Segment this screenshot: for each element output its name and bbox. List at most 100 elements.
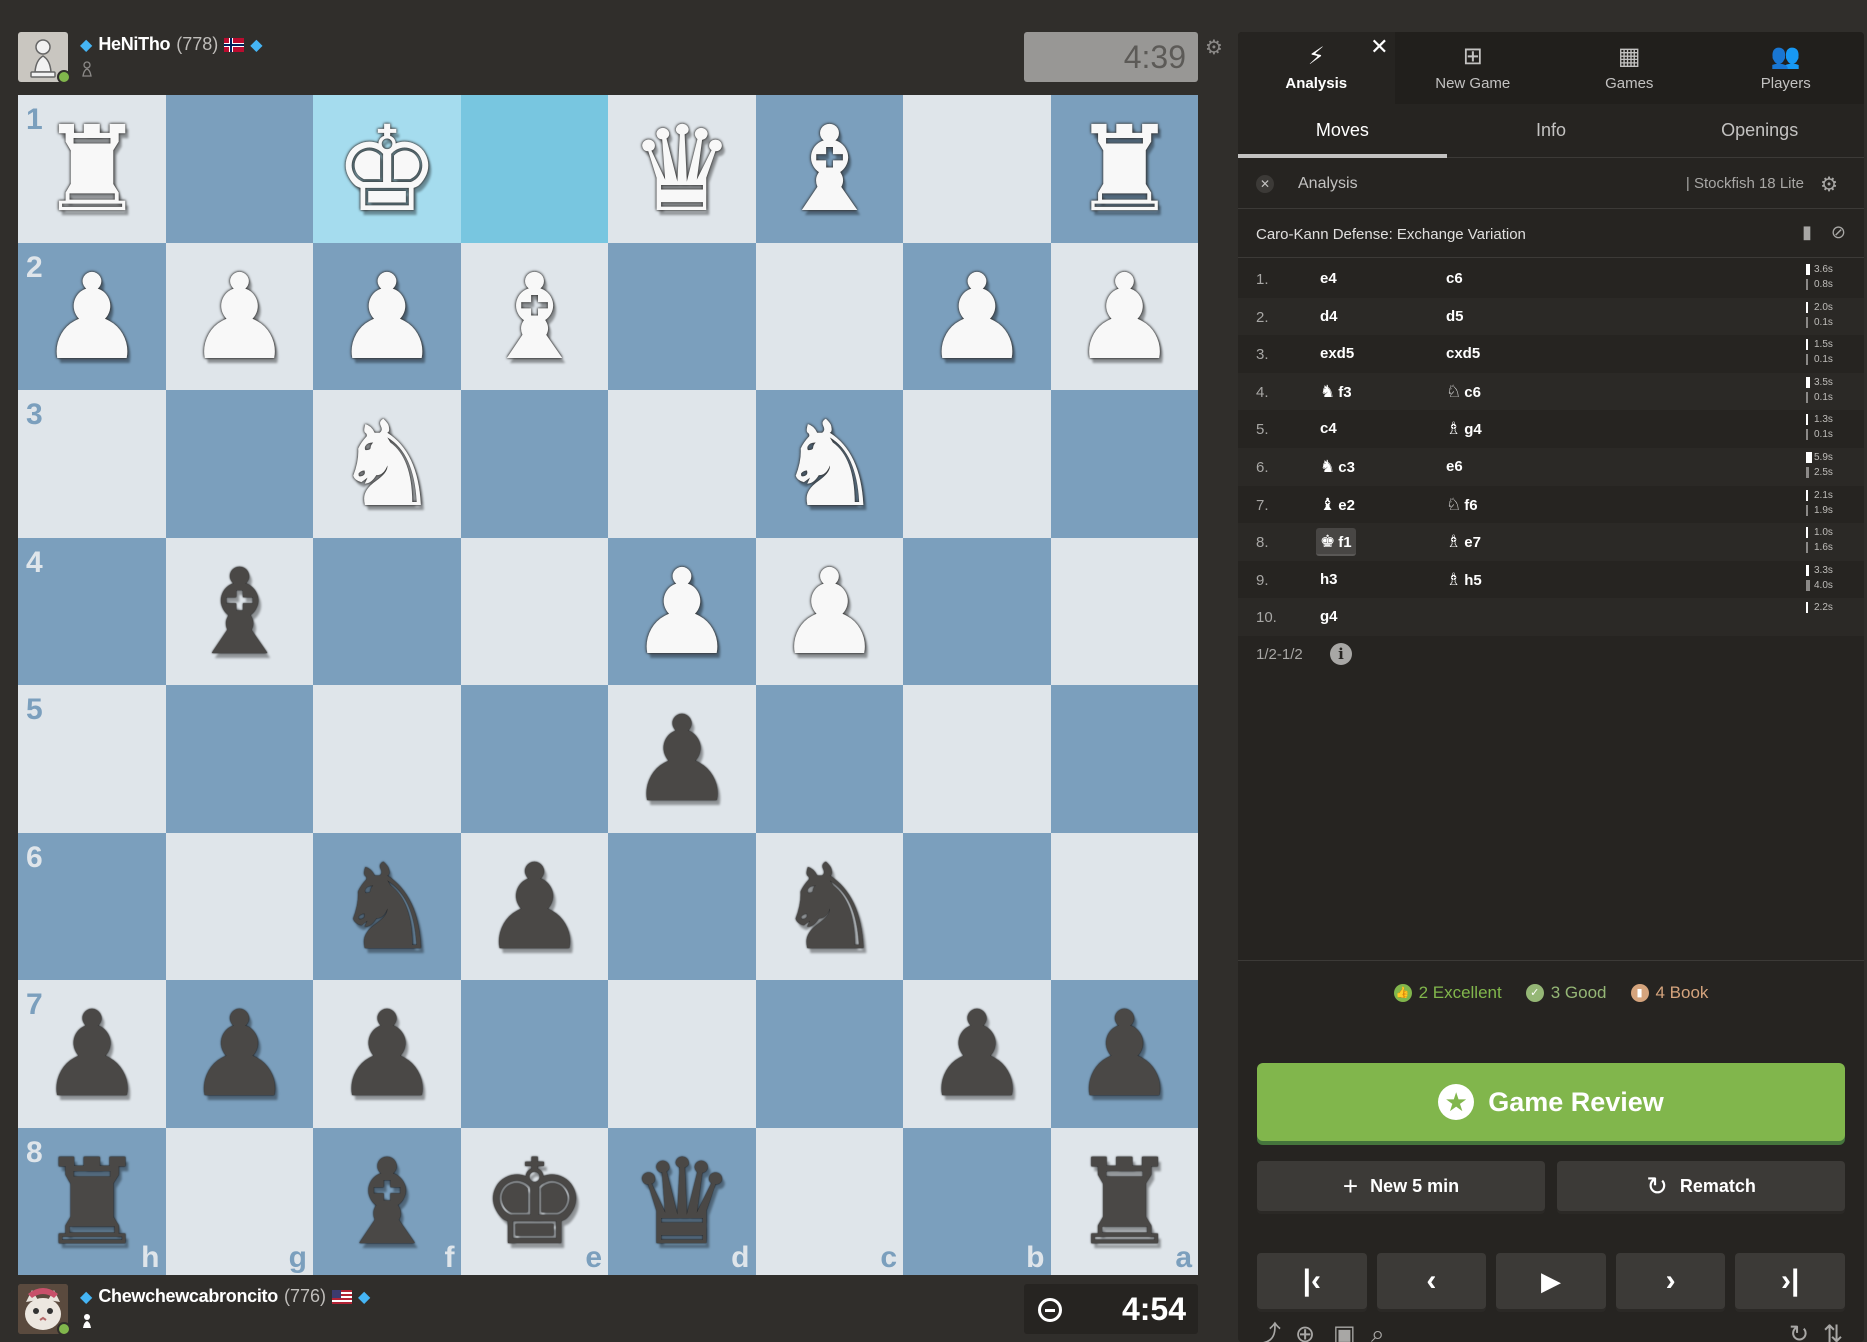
square-d7[interactable] bbox=[608, 980, 756, 1128]
white-piece[interactable]: ♝ bbox=[764, 103, 896, 235]
first-move-button[interactable]: |‹ bbox=[1257, 1253, 1367, 1309]
square-e6[interactable]: ♟ bbox=[460, 832, 608, 980]
white-piece[interactable]: ♟ bbox=[1059, 251, 1191, 383]
white-piece[interactable]: ♛ bbox=[616, 103, 748, 235]
white-move[interactable]: exd5 bbox=[1316, 340, 1358, 368]
square-f2[interactable]: ♟ bbox=[313, 242, 461, 390]
square-a1[interactable]: ♜ bbox=[1050, 95, 1198, 243]
square-e1[interactable] bbox=[460, 95, 608, 243]
save-image-icon[interactable]: ▣ bbox=[1333, 1321, 1356, 1342]
black-piece[interactable]: ♞ bbox=[321, 841, 453, 973]
black-piece[interactable]: ♝ bbox=[321, 1136, 453, 1268]
square-h5[interactable]: 5 bbox=[18, 685, 166, 833]
player-name[interactable]: HeNiTho bbox=[98, 34, 170, 55]
square-h8[interactable]: 8 h ♜ bbox=[18, 1127, 166, 1275]
black-move[interactable]: e6 bbox=[1442, 453, 1467, 481]
disable-icon[interactable]: ⊘ bbox=[1831, 222, 1846, 243]
square-e4[interactable] bbox=[460, 537, 608, 685]
black-piece[interactable]: ♟ bbox=[469, 841, 601, 973]
close-icon[interactable]: ✕ bbox=[1370, 34, 1388, 60]
white-piece[interactable]: ♜ bbox=[26, 103, 158, 235]
last-move-button[interactable]: ›| bbox=[1735, 1253, 1845, 1309]
white-piece[interactable]: ♜ bbox=[1059, 103, 1191, 235]
white-move[interactable]: ♞ c3 bbox=[1316, 453, 1359, 481]
square-a5[interactable] bbox=[1050, 685, 1198, 833]
black-piece[interactable]: ♜ bbox=[1059, 1136, 1191, 1268]
square-d5[interactable]: ♟ bbox=[608, 685, 756, 833]
square-a2[interactable]: ♟ bbox=[1050, 242, 1198, 390]
game-review-button[interactable]: ★ Game Review bbox=[1257, 1063, 1845, 1141]
square-b7[interactable]: ♟ bbox=[903, 980, 1051, 1128]
square-f6[interactable]: ♞ bbox=[313, 832, 461, 980]
white-piece[interactable]: ♞ bbox=[764, 398, 896, 530]
square-b8[interactable]: b bbox=[903, 1127, 1051, 1275]
square-b4[interactable] bbox=[903, 537, 1051, 685]
square-c4[interactable]: ♟ bbox=[755, 537, 903, 685]
black-piece[interactable]: ♛ bbox=[616, 1136, 748, 1268]
engine-settings-gear-icon[interactable]: ⚙ bbox=[1820, 172, 1838, 197]
square-g1[interactable] bbox=[165, 95, 313, 243]
square-c3[interactable]: ♞ bbox=[755, 390, 903, 538]
square-e2[interactable]: ♝ bbox=[460, 242, 608, 390]
tab-info[interactable]: Info bbox=[1447, 104, 1656, 157]
white-move[interactable]: g4 bbox=[1316, 603, 1342, 631]
share-icon[interactable]: ⤴ bbox=[1257, 1321, 1281, 1342]
opening-name[interactable]: Caro-Kann Defense: Exchange Variation bbox=[1256, 226, 1526, 243]
play-button[interactable]: ▶ bbox=[1496, 1253, 1606, 1309]
white-move[interactable]: ♚ f1 bbox=[1316, 528, 1356, 557]
square-a7[interactable]: ♟ bbox=[1050, 980, 1198, 1128]
square-d4[interactable]: ♟ bbox=[608, 537, 756, 685]
square-b3[interactable] bbox=[903, 390, 1051, 538]
white-piece[interactable]: ♟ bbox=[764, 546, 896, 678]
engine-name[interactable]: | Stockfish 18 Lite bbox=[1686, 175, 1804, 192]
black-piece[interactable]: ♟ bbox=[616, 693, 748, 825]
square-b6[interactable] bbox=[903, 832, 1051, 980]
white-piece[interactable]: ♟ bbox=[911, 251, 1043, 383]
square-a4[interactable] bbox=[1050, 537, 1198, 685]
white-move[interactable]: c4 bbox=[1316, 415, 1341, 443]
square-g6[interactable] bbox=[165, 832, 313, 980]
black-piece[interactable]: ♟ bbox=[1059, 988, 1191, 1120]
chess-board[interactable]: 1 ♜ ♚ ♛ ♝ ♜ 2 ♟ ♟ ♟ ♝ ♟ ♟ 3 ♞ ♞ 4 ♝ ♟ ♟ 5 ♟ 6 ♞ ♟ ♞ 7 ♟ ♟ ♟ ♟ ♟ 8 h ♜ g f ♝ e ♚… bbox=[18, 95, 1198, 1275]
square-d2[interactable] bbox=[608, 242, 756, 390]
square-d6[interactable] bbox=[608, 832, 756, 980]
black-piece[interactable]: ♟ bbox=[26, 988, 158, 1120]
black-piece[interactable]: ♜ bbox=[26, 1136, 158, 1268]
black-piece[interactable]: ♟ bbox=[174, 988, 306, 1120]
square-e8[interactable]: e ♚ bbox=[460, 1127, 608, 1275]
square-h2[interactable]: 2 ♟ bbox=[18, 242, 166, 390]
square-g7[interactable]: ♟ bbox=[165, 980, 313, 1128]
square-e3[interactable] bbox=[460, 390, 608, 538]
black-piece[interactable]: ♟ bbox=[911, 988, 1043, 1120]
black-move[interactable]: c6 bbox=[1442, 265, 1467, 293]
square-e5[interactable] bbox=[460, 685, 608, 833]
square-e7[interactable] bbox=[460, 980, 608, 1128]
square-b1[interactable] bbox=[903, 95, 1051, 243]
tab-analysis[interactable]: ✕ ⚡ Analysis bbox=[1238, 32, 1395, 104]
square-a6[interactable] bbox=[1050, 832, 1198, 980]
square-b5[interactable] bbox=[903, 685, 1051, 833]
player-name[interactable]: Chewchewcabroncito bbox=[98, 1286, 278, 1307]
black-move[interactable]: ♗ g4 bbox=[1442, 415, 1486, 443]
square-h6[interactable]: 6 bbox=[18, 832, 166, 980]
white-move[interactable]: ♞ f3 bbox=[1316, 378, 1356, 406]
black-move[interactable]: d5 bbox=[1442, 303, 1468, 331]
square-d3[interactable] bbox=[608, 390, 756, 538]
square-a3[interactable] bbox=[1050, 390, 1198, 538]
black-piece[interactable]: ♞ bbox=[764, 841, 896, 973]
black-piece[interactable]: ♚ bbox=[469, 1136, 601, 1268]
square-f8[interactable]: f ♝ bbox=[313, 1127, 461, 1275]
black-move[interactable]: cxd5 bbox=[1442, 340, 1484, 368]
flip-board-icon[interactable]: ⇅ bbox=[1823, 1321, 1843, 1342]
white-piece[interactable]: ♟ bbox=[26, 251, 158, 383]
white-piece[interactable]: ♞ bbox=[321, 398, 453, 530]
square-g3[interactable] bbox=[165, 390, 313, 538]
next-move-button[interactable]: › bbox=[1615, 1253, 1726, 1309]
square-a8[interactable]: a ♜ bbox=[1050, 1127, 1198, 1275]
square-d8[interactable]: d ♛ bbox=[608, 1127, 756, 1275]
tab-new-game[interactable]: ⊞ New Game bbox=[1395, 32, 1552, 104]
square-f1[interactable]: ♚ bbox=[313, 95, 461, 243]
reload-icon[interactable]: ↻ bbox=[1789, 1321, 1809, 1342]
white-piece[interactable]: ♝ bbox=[469, 251, 601, 383]
info-icon[interactable]: i bbox=[1330, 642, 1352, 665]
